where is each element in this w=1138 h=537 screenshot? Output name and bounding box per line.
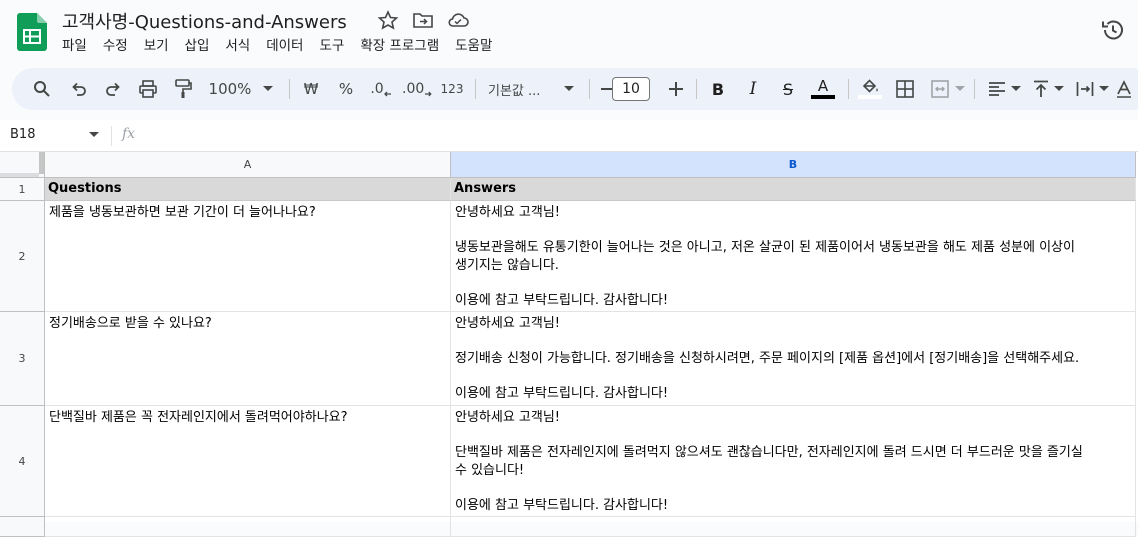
fill-color-button[interactable] bbox=[857, 68, 883, 110]
vertical-align-icon[interactable] bbox=[1028, 68, 1068, 110]
increase-font-size-icon[interactable] bbox=[666, 68, 686, 110]
text-color-letter: A bbox=[817, 76, 829, 95]
freeze-column-handle[interactable] bbox=[39, 152, 44, 174]
zoom-select[interactable]: 100% bbox=[208, 68, 252, 110]
fx-icon: fx bbox=[122, 126, 136, 142]
merge-cells-icon[interactable] bbox=[928, 68, 968, 110]
font-family-select[interactable]: 기본값 ... bbox=[488, 68, 554, 110]
freeze-row-handle[interactable] bbox=[0, 173, 39, 177]
column-header-a[interactable]: A bbox=[45, 152, 451, 178]
text-wrapping-icon[interactable] bbox=[1072, 68, 1112, 110]
formula-divider bbox=[111, 126, 112, 146]
undo-icon[interactable] bbox=[67, 68, 91, 110]
row-header-1[interactable]: 1 bbox=[0, 178, 45, 201]
menu-bar: 파일 수정 보기 삽입 서식 데이터 도구 확장 프로그램 도움말 bbox=[54, 37, 500, 57]
more-formats-button[interactable]: 123 bbox=[439, 68, 465, 110]
document-title[interactable]: 고객사명-Questions-and-Answers bbox=[62, 8, 347, 34]
decrease-decimal-button[interactable]: .0 bbox=[368, 68, 394, 110]
cell-a2[interactable]: 제품을 냉동보관하면 보관 기간이 더 늘어나나요? bbox=[45, 201, 451, 312]
version-history-icon[interactable] bbox=[1100, 17, 1126, 43]
redo-icon[interactable] bbox=[101, 68, 125, 110]
column-header-b[interactable]: B bbox=[451, 152, 1136, 178]
toolbar-divider bbox=[848, 79, 849, 99]
fill-color-swatch bbox=[858, 95, 882, 99]
strikethrough-button[interactable]: S bbox=[776, 68, 800, 110]
percent-format-button[interactable]: % bbox=[334, 68, 358, 110]
toolbar-divider bbox=[475, 79, 476, 99]
cell-a1[interactable]: Questions bbox=[45, 178, 451, 201]
star-icon[interactable] bbox=[377, 10, 399, 30]
font-size-input[interactable]: 10 bbox=[612, 77, 650, 101]
spreadsheet-grid: A B 1 Questions Answers 2 제품을 냉동보관하면 보관 … bbox=[0, 152, 1138, 537]
currency-format-button[interactable]: ₩ bbox=[299, 68, 323, 110]
text-rotation-icon[interactable] bbox=[1116, 68, 1138, 110]
move-folder-icon[interactable] bbox=[412, 10, 434, 30]
toolbar-divider bbox=[696, 79, 697, 99]
cell-b2[interactable]: 안녕하세요 고객님! 냉동보관을해도 유통기한이 늘어나는 것은 아니고, 저온… bbox=[451, 201, 1136, 312]
menu-format[interactable]: 서식 bbox=[217, 37, 258, 57]
cell-b4[interactable]: 안녕하세요 고객님! 단백질바 제품은 전자레인지에 돌려먹지 않으셔도 괜찮습… bbox=[451, 406, 1136, 517]
print-icon[interactable] bbox=[136, 68, 160, 110]
menu-data[interactable]: 데이터 bbox=[258, 37, 311, 57]
cloud-status-icon[interactable] bbox=[447, 10, 469, 30]
name-box-dropdown-icon[interactable] bbox=[89, 132, 99, 138]
row-header-2[interactable]: 2 bbox=[0, 201, 45, 312]
cell-b1[interactable]: Answers bbox=[451, 178, 1136, 201]
title-bar: 고객사명-Questions-and-Answers 파일 수정 보기 삽입 서… bbox=[0, 0, 1138, 66]
menu-file[interactable]: 파일 bbox=[54, 37, 95, 57]
menu-tools[interactable]: 도구 bbox=[311, 37, 352, 57]
toolbar-divider bbox=[974, 79, 975, 99]
cell-a3[interactable]: 정기배송으로 받을 수 있나요? bbox=[45, 312, 451, 406]
paint-bucket-icon bbox=[862, 79, 878, 93]
row-header-3[interactable]: 3 bbox=[0, 312, 45, 406]
menu-insert[interactable]: 삽입 bbox=[177, 37, 218, 57]
cell-b5[interactable] bbox=[451, 517, 1136, 537]
menu-view[interactable]: 보기 bbox=[136, 37, 177, 57]
menu-extensions[interactable]: 확장 프로그램 bbox=[352, 37, 447, 57]
formula-bar: B18 fx bbox=[0, 120, 1138, 152]
bold-button[interactable]: B bbox=[706, 68, 730, 110]
increase-decimal-label: .00 bbox=[402, 81, 425, 97]
toolbar-divider bbox=[589, 79, 590, 99]
font-dropdown-icon[interactable] bbox=[561, 68, 577, 110]
cell-a5[interactable] bbox=[45, 517, 451, 537]
select-all-corner[interactable] bbox=[0, 152, 45, 178]
sheets-logo-icon[interactable] bbox=[17, 13, 47, 51]
cell-a4[interactable]: 단백질바 제품은 꼭 전자레인지에서 돌려먹어야하나요? bbox=[45, 406, 451, 517]
horizontal-align-icon[interactable] bbox=[984, 68, 1024, 110]
italic-button[interactable]: I bbox=[741, 68, 765, 110]
increase-decimal-button[interactable]: .00 bbox=[402, 68, 432, 110]
borders-icon[interactable] bbox=[893, 68, 917, 110]
toolbar: 100% ₩ % .0 .00 123 기본값 ... B I S A bbox=[12, 68, 1138, 110]
cell-b3[interactable]: 안녕하세요 고객님! 정기배송 신청이 가능합니다. 정기배송을 신청하시려면,… bbox=[451, 312, 1136, 406]
menu-edit[interactable]: 수정 bbox=[95, 37, 136, 57]
menu-help[interactable]: 도움말 bbox=[447, 37, 500, 57]
search-menus-icon[interactable] bbox=[30, 68, 54, 110]
text-color-button[interactable]: A bbox=[810, 68, 836, 110]
paint-format-icon[interactable] bbox=[171, 68, 195, 110]
decrease-decimal-label: .0 bbox=[370, 81, 384, 97]
zoom-dropdown-icon[interactable] bbox=[260, 68, 276, 110]
toolbar-divider bbox=[289, 79, 290, 99]
row-header-5[interactable] bbox=[0, 517, 45, 537]
text-color-swatch bbox=[811, 94, 835, 99]
row-header-4[interactable]: 4 bbox=[0, 406, 45, 517]
name-box[interactable]: B18 bbox=[10, 127, 35, 142]
